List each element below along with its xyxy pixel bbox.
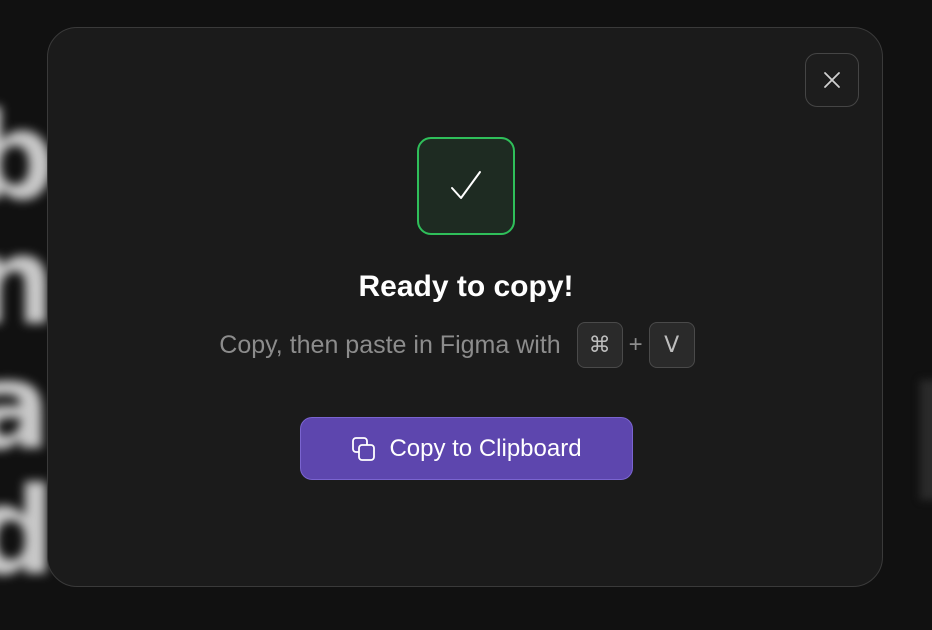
blurred-background-edge xyxy=(920,380,932,500)
copy-to-clipboard-button[interactable]: Copy to Clipboard xyxy=(300,417,633,480)
close-button[interactable] xyxy=(805,53,859,107)
checkmark-icon xyxy=(451,171,481,199)
command-key: ⌘ xyxy=(576,322,623,368)
instruction-text: Copy, then paste in Figma with xyxy=(219,330,561,359)
plus-sign: + xyxy=(628,331,643,358)
close-icon xyxy=(824,72,840,88)
v-key: V xyxy=(648,322,695,368)
success-indicator xyxy=(417,137,515,235)
modal-title: Ready to copy! xyxy=(358,270,574,303)
copy-modal: Ready to copy! Copy, then paste in Figma… xyxy=(47,27,883,587)
paste-instructions: Copy, then paste in Figma with ⌘ + V xyxy=(48,320,884,370)
copy-icon xyxy=(352,436,376,461)
copy-button-label: Copy to Clipboard xyxy=(389,434,582,462)
